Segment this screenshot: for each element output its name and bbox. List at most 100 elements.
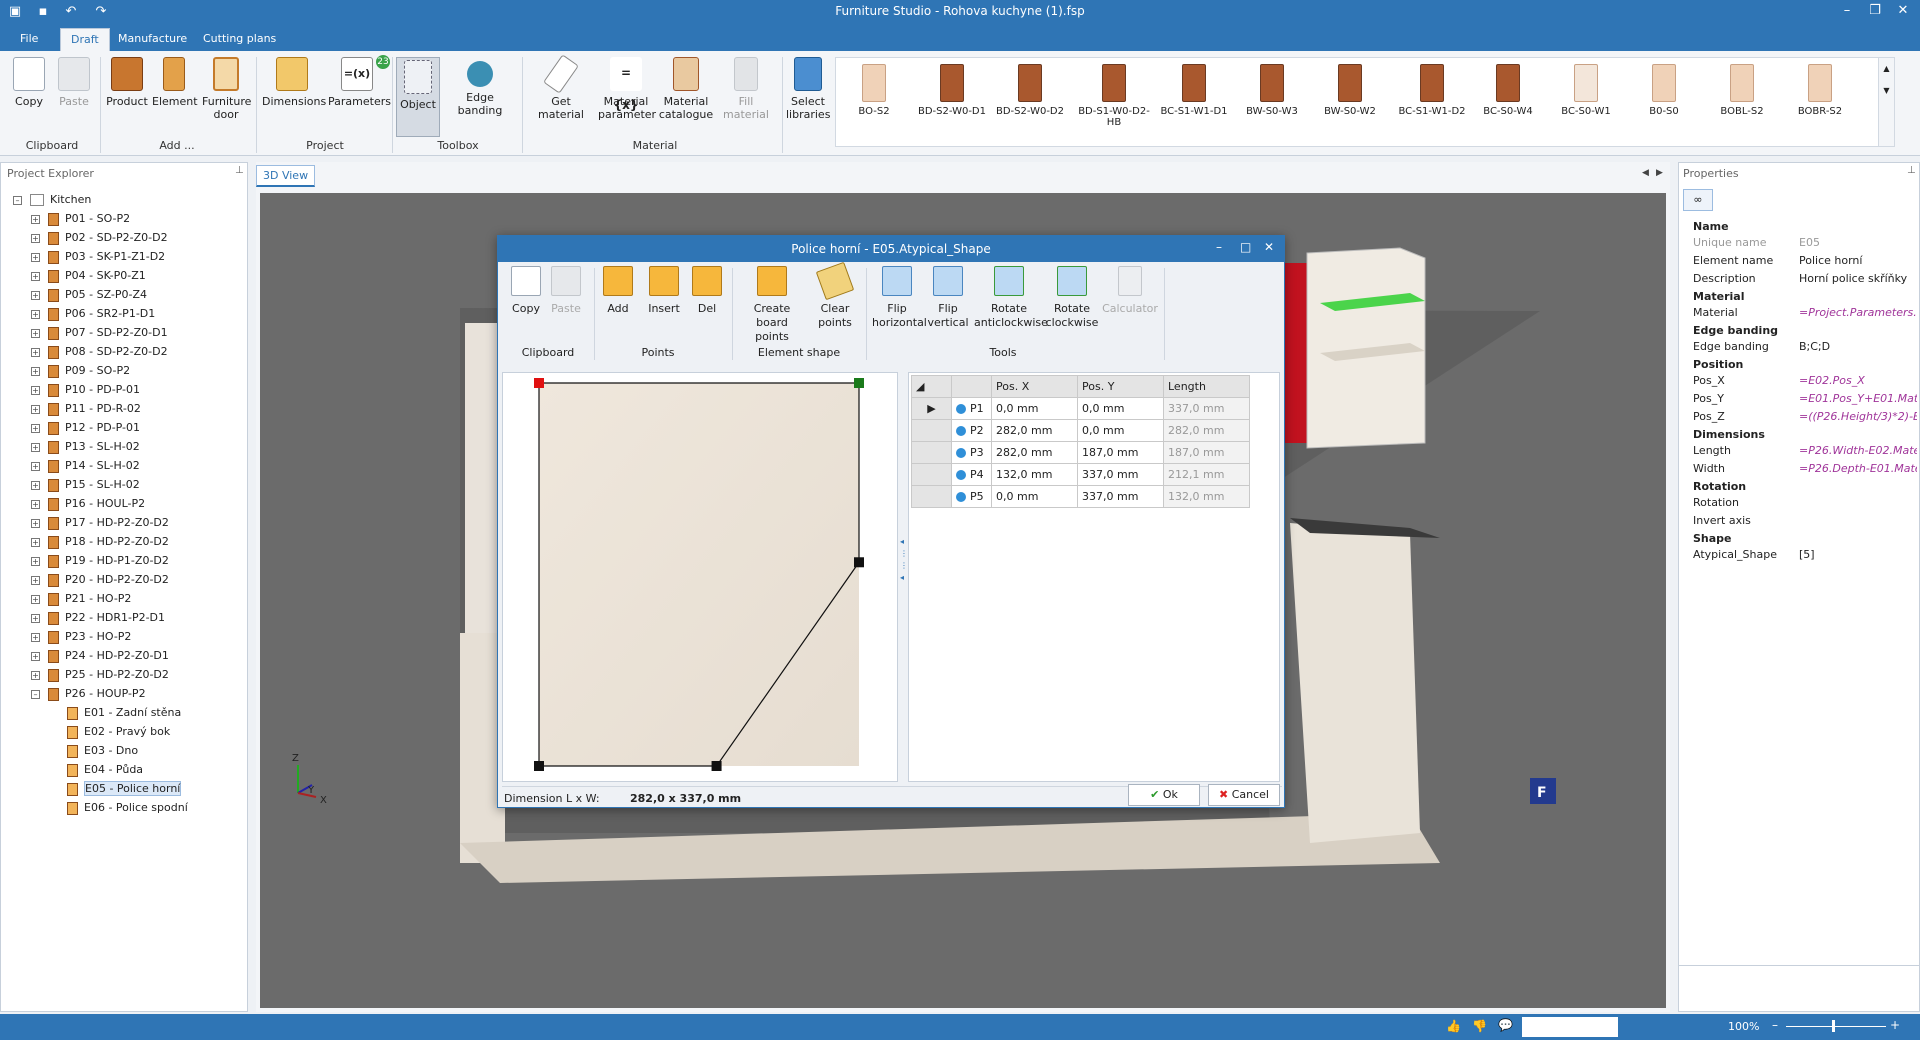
tree-item-product[interactable]: + P11 - PD-R-02 (31, 402, 141, 416)
tab-file[interactable]: File (10, 28, 48, 51)
zoom-out-icon[interactable]: – (1772, 1018, 1778, 1032)
property-row[interactable]: Pos_Z =((P26.Height/3)*2)-E0 (1693, 409, 1917, 425)
tree-item-product[interactable]: + P23 - HO-P2 (31, 630, 131, 644)
pos-x-cell[interactable]: 0,0 mm (991, 485, 1078, 508)
property-value[interactable]: =P26.Width-E02.Mater (1799, 443, 1917, 459)
property-row[interactable]: Atypical_Shape [5] (1693, 547, 1917, 563)
expand-icon[interactable]: – (31, 689, 40, 699)
tab-3d-view[interactable]: 3D View (256, 165, 316, 187)
tab-manufacture[interactable]: Manufacture (108, 28, 197, 51)
tree-item-product[interactable]: + P19 - HD-P1-Z0-D2 (31, 554, 169, 568)
library-item[interactable]: BW-S0-W2 (1314, 64, 1386, 117)
expand-icon[interactable]: + (31, 233, 40, 243)
property-row[interactable]: Material =Project.Parameters.M (1693, 305, 1917, 321)
library-item[interactable]: BD-S2-W0-D2 (994, 64, 1066, 117)
pos-x-cell[interactable]: 0,0 mm (991, 397, 1078, 420)
tree-item-element[interactable]: E02 - Pravý bok (67, 725, 170, 739)
property-row[interactable]: Pos_Y =E01.Pos_Y+E01.Mate (1693, 391, 1917, 407)
fill-material-button[interactable]: Fill material (716, 57, 776, 121)
expand-icon[interactable]: + (31, 651, 40, 661)
property-value[interactable]: Police horní (1799, 253, 1917, 269)
shape-point-handle[interactable] (534, 378, 544, 388)
expand-icon[interactable]: + (31, 442, 40, 452)
create-board-points-button[interactable]: Create board points (738, 266, 806, 344)
expand-icon[interactable]: + (31, 480, 40, 490)
row-indicator[interactable] (911, 419, 952, 442)
expand-icon[interactable]: + (31, 347, 40, 357)
glasses-icon[interactable]: ∞ (1683, 189, 1713, 211)
tree-item-product[interactable]: – P26 - HOUP-P2 (31, 687, 146, 701)
expand-icon[interactable]: + (31, 613, 40, 623)
property-row[interactable]: Element name Police horní (1693, 253, 1917, 269)
expand-icon[interactable]: + (31, 214, 40, 224)
tree-item-product[interactable]: + P06 - SR2-P1-D1 (31, 307, 155, 321)
row-indicator[interactable] (911, 485, 952, 508)
furniture-door-button[interactable]: Furniture door (202, 57, 251, 121)
tab-draft[interactable]: Draft (60, 28, 110, 51)
tab-cutting-plans[interactable]: Cutting plans (193, 28, 286, 51)
dialog-maximize-icon[interactable]: □ (1240, 240, 1251, 254)
restore-icon[interactable]: ❐ (1864, 2, 1886, 20)
paste-button[interactable]: Paste (56, 57, 92, 108)
property-row[interactable]: Invert axis (1693, 513, 1917, 529)
pos-y-cell[interactable]: 0,0 mm (1077, 397, 1164, 420)
ok-button[interactable]: ✔ Ok (1128, 784, 1200, 806)
dialog-close-icon[interactable]: ✕ (1264, 240, 1274, 254)
tree-item-product[interactable]: + P15 - SL-H-02 (31, 478, 140, 492)
pos-y-cell[interactable]: 0,0 mm (1077, 419, 1164, 442)
expand-icon[interactable]: + (31, 404, 40, 414)
tree-item-element[interactable]: E03 - Dno (67, 744, 138, 758)
point-row[interactable]: P4 132,0 mm 337,0 mm 212,1 mm (911, 463, 1250, 486)
property-row[interactable]: Unique name E05 (1693, 235, 1917, 251)
tree-item-element[interactable]: E01 - Zadní stěna (67, 706, 181, 720)
property-row[interactable]: Length =P26.Width-E02.Mater (1693, 443, 1917, 459)
property-row[interactable]: Width =P26.Depth-E01.Mate (1693, 461, 1917, 477)
rotate-anticlockwise-button[interactable]: Rotate anticlockwise (974, 266, 1048, 330)
tree-item-product[interactable]: + P04 - SK-P0-Z1 (31, 269, 146, 283)
edge-banding-button[interactable]: Edge banding (444, 57, 516, 117)
expand-icon[interactable]: + (31, 328, 40, 338)
grid-corner[interactable]: ◢ (911, 375, 952, 398)
tree-item-product[interactable]: + P13 - SL-H-02 (31, 440, 140, 454)
property-value[interactable]: =E01.Pos_Y+E01.Mate (1799, 391, 1917, 407)
property-value[interactable]: =Project.Parameters.M (1799, 305, 1917, 321)
tree-item-product[interactable]: + P12 - PD-P-01 (31, 421, 140, 435)
property-row[interactable]: Description Horní police skříňky (1693, 271, 1917, 287)
point-row[interactable]: ▶ P1 0,0 mm 0,0 mm 337,0 mm (911, 397, 1250, 420)
row-indicator[interactable] (911, 463, 952, 486)
tree-item-product[interactable]: + P07 - SD-P2-Z0-D1 (31, 326, 168, 340)
expand-icon[interactable]: + (31, 594, 40, 604)
pos-y-cell[interactable]: 337,0 mm (1077, 485, 1164, 508)
tree-item-product[interactable]: + P08 - SD-P2-Z0-D2 (31, 345, 168, 359)
library-item[interactable]: BOBL-S2 (1706, 64, 1778, 117)
object-button[interactable]: Object (396, 57, 440, 137)
shape-point-handle[interactable] (854, 378, 864, 388)
property-row[interactable]: Pos_X =E02.Pos_X (1693, 373, 1917, 389)
library-item[interactable]: BC-S0-W4 (1472, 64, 1544, 117)
property-value[interactable]: =((P26.Height/3)*2)-E0 (1799, 409, 1917, 425)
tree-item-product[interactable]: + P02 - SD-P2-Z0-D2 (31, 231, 168, 245)
status-input[interactable] (1522, 1017, 1618, 1037)
library-item[interactable]: BW-S0-W3 (1236, 64, 1308, 117)
pin-icon[interactable]: ⊥ (1907, 165, 1916, 176)
shape-canvas[interactable] (502, 372, 898, 782)
library-item[interactable]: BC-S1-W1-D1 (1158, 64, 1230, 117)
expand-icon[interactable]: + (31, 670, 40, 680)
property-value[interactable]: =E02.Pos_X (1799, 373, 1917, 389)
shape-point-handle[interactable] (711, 761, 722, 771)
product-button[interactable]: Product (106, 57, 148, 108)
expand-icon[interactable]: + (31, 575, 40, 585)
row-indicator[interactable]: ▶ (911, 397, 952, 420)
pos-x-cell[interactable]: 282,0 mm (991, 441, 1078, 464)
tree-item-product[interactable]: + P25 - HD-P2-Z0-D2 (31, 668, 169, 682)
tree-item-element[interactable]: E06 - Police spodní (67, 801, 188, 815)
tree-item-product[interactable]: + P09 - SO-P2 (31, 364, 130, 378)
expand-icon[interactable]: + (31, 271, 40, 281)
dimensions-button[interactable]: Dimensions (262, 57, 326, 108)
tree-item-product[interactable]: + P20 - HD-P2-Z0-D2 (31, 573, 169, 587)
dialog-copy-button[interactable]: Copy (508, 266, 544, 316)
tree-item-element[interactable]: E04 - Půda (67, 763, 143, 777)
tab-scroll-right-icon[interactable]: ▶ (1656, 168, 1663, 178)
library-scrollbar[interactable]: ▲ ▼ (1878, 58, 1894, 146)
tree-root[interactable]: – Kitchen (13, 193, 91, 207)
